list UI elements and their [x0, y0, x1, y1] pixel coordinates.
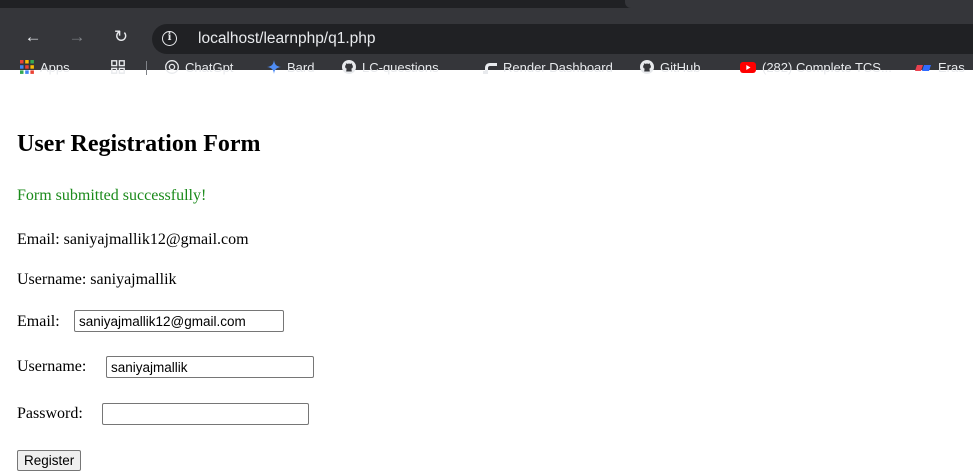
bookmark-eraser[interactable]: Eras: [915, 58, 965, 76]
page-title: User Registration Form: [17, 131, 261, 157]
bookmark-label: LC-questions: [362, 59, 439, 75]
bookmark-apps[interactable]: Apps: [20, 58, 70, 76]
active-tab-edge: [625, 0, 973, 8]
bookmark-tab-groups[interactable]: [111, 58, 131, 76]
bookmark-github[interactable]: GitHub: [640, 58, 700, 76]
eraser-icon: [915, 60, 932, 74]
submitted-username-text: Username: saniyajmallik: [17, 271, 177, 288]
submitted-email-text: Email: saniyajmallik12@gmail.com: [17, 231, 249, 248]
address-bar[interactable]: i localhost/learnphp/q1.php: [152, 24, 973, 54]
bookmark-render-dashboard[interactable]: Render Dashboard: [483, 58, 613, 76]
bookmark-bard[interactable]: Bard: [267, 58, 314, 76]
username-label: Username:: [17, 358, 87, 375]
username-field[interactable]: [106, 356, 314, 378]
bard-sparkle-icon: [267, 60, 281, 74]
bookmark-label: ChatGpt: [185, 59, 234, 75]
password-field[interactable]: [102, 403, 309, 425]
bookmark-label: Render Dashboard: [503, 59, 613, 75]
bookmarks-separator: [146, 61, 147, 75]
chatgpt-icon: [165, 60, 179, 74]
bookmark-youtube[interactable]: (282) Complete TCS...: [740, 58, 892, 76]
tab-groups-icon: [111, 60, 125, 74]
password-label: Password:: [17, 405, 83, 422]
bookmarks-bar: Apps ChatGpt Bard LC-questions Render Da…: [0, 56, 973, 78]
reload-icon[interactable]: ↻: [109, 25, 133, 49]
bookmark-lc-questions[interactable]: LC-questions: [342, 58, 439, 76]
github-icon: [640, 60, 654, 74]
bookmark-label: Eras: [938, 59, 965, 75]
bookmark-chatgpt[interactable]: ChatGpt: [165, 58, 233, 76]
render-icon: [483, 60, 497, 74]
bookmark-label: GitHub: [660, 59, 701, 75]
address-url[interactable]: localhost/learnphp/q1.php: [198, 30, 376, 48]
tab-strip: [0, 0, 973, 8]
apps-grid-icon: [20, 60, 34, 74]
back-arrow-icon[interactable]: ←: [21, 25, 45, 49]
youtube-icon: [740, 60, 756, 74]
bookmark-label: Bard: [287, 59, 315, 75]
success-message: Form submitted successfully!: [17, 187, 207, 204]
email-label: Email:: [17, 313, 60, 330]
bookmark-label: Apps: [40, 59, 70, 75]
site-info-icon[interactable]: i: [162, 31, 177, 46]
forward-arrow-icon[interactable]: →: [65, 25, 89, 49]
bookmark-label: (282) Complete TCS...: [762, 59, 892, 75]
browser-toolbar: ← → ↻ i localhost/learnphp/q1.php Apps C…: [0, 8, 973, 75]
email-field[interactable]: [74, 310, 284, 332]
github-icon: [342, 60, 356, 74]
